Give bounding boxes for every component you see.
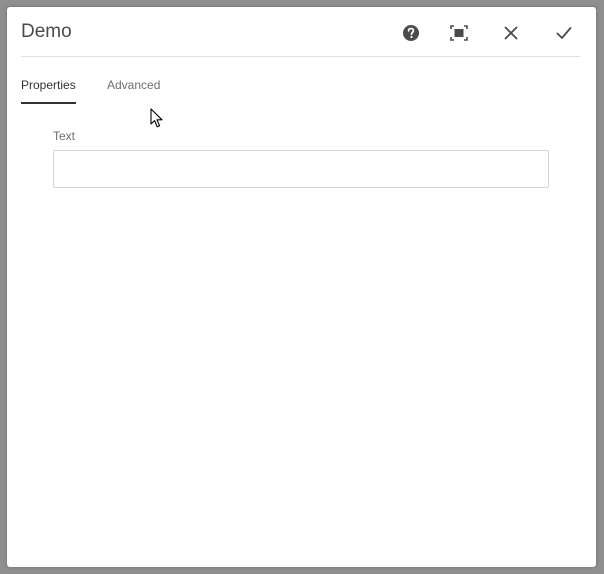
fullscreen-icon xyxy=(450,25,468,41)
done-button[interactable] xyxy=(548,17,580,49)
text-field-label: Text xyxy=(53,129,76,143)
dialog: Demo Properties Advanced Text xyxy=(7,7,596,567)
close-button[interactable] xyxy=(495,17,527,49)
checkmark-icon xyxy=(556,27,572,39)
dialog-title: Demo xyxy=(21,21,72,42)
tab-properties[interactable]: Properties xyxy=(21,77,76,104)
dialog-header: Demo xyxy=(21,7,580,57)
tab-advanced[interactable]: Advanced xyxy=(107,77,160,102)
help-icon xyxy=(403,25,419,41)
help-button[interactable] xyxy=(395,17,427,49)
text-input[interactable] xyxy=(53,150,549,188)
fullscreen-button[interactable] xyxy=(443,17,475,49)
close-icon xyxy=(504,26,518,40)
properties-form: Text xyxy=(53,128,549,188)
